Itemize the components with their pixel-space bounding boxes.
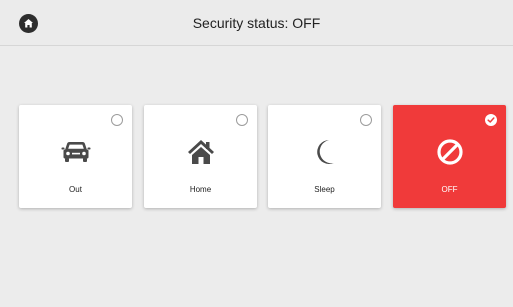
mode-card-off[interactable]: OFF: [393, 105, 506, 208]
checkmark-icon: [487, 117, 495, 123]
mode-home-label: Home: [189, 185, 212, 194]
prohibited-icon: [436, 139, 463, 165]
mode-card-out[interactable]: Out: [19, 105, 132, 208]
mode-sleep-label: Sleep: [314, 185, 335, 194]
mode-card-sleep[interactable]: Sleep: [268, 105, 381, 208]
house-icon: [187, 140, 214, 164]
page-title: Security status: OFF: [192, 15, 321, 31]
header-bar: Security status: OFF: [0, 0, 513, 46]
mode-card-home[interactable]: Home: [144, 105, 257, 208]
car-icon: [61, 142, 90, 162]
mode-home-radio[interactable]: [236, 114, 248, 126]
mode-out-label: Out: [69, 185, 82, 194]
mode-sleep-radio[interactable]: [360, 114, 372, 126]
moon-icon: [316, 140, 334, 164]
mode-off-radio[interactable]: [485, 114, 497, 126]
mode-off-label: OFF: [441, 185, 458, 194]
mode-out-radio[interactable]: [111, 114, 123, 126]
